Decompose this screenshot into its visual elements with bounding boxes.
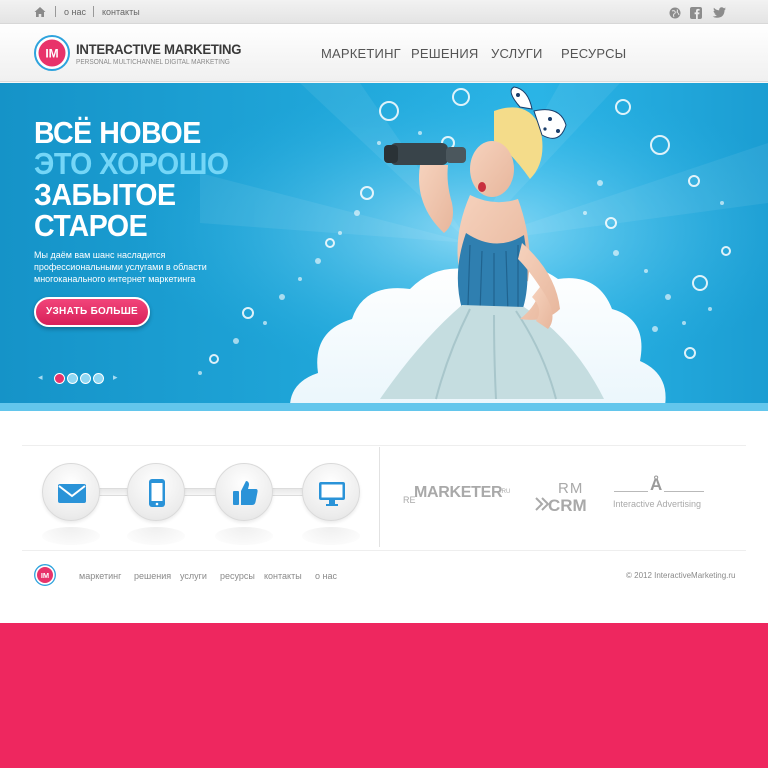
separator	[93, 6, 94, 17]
nav-item-solutions[interactable]: РЕШЕНИЯ	[411, 46, 478, 61]
footer-logo-text: IM	[41, 571, 49, 580]
slider-dot-3[interactable]	[80, 373, 91, 384]
footer-link-services[interactable]: услуги	[180, 571, 207, 581]
page: о нас контакты IM INTERACTIVE MARKETING …	[0, 0, 768, 768]
feature-email[interactable]	[42, 463, 100, 521]
copyright: © 2012 InteractiveMarketing.ru	[626, 571, 736, 580]
slider-next-arrow[interactable]: ▸	[113, 372, 118, 383]
footer-link-about[interactable]: о нас	[315, 571, 337, 581]
slider-dot-4[interactable]	[93, 373, 104, 384]
reflection	[302, 527, 360, 545]
partner-ia-letter[interactable]: Å	[650, 475, 662, 495]
feature-web[interactable]	[302, 463, 360, 521]
monitor-icon	[319, 482, 345, 506]
reflection	[42, 527, 100, 545]
feature-social[interactable]	[215, 463, 273, 521]
footer-link-contacts[interactable]: контакты	[264, 571, 302, 581]
nav-item-marketing[interactable]: МАРКЕТИНГ	[321, 46, 401, 61]
partner-ia-rule-left	[614, 491, 648, 492]
partner-remarketer-suffix: .RU	[500, 489, 511, 495]
globe-icon[interactable]	[669, 7, 681, 19]
footer-logo-icon[interactable]: IM	[34, 564, 56, 586]
footer-link-solutions[interactable]: решения	[134, 571, 171, 581]
slider-dot-2[interactable]	[67, 373, 78, 384]
reflection	[215, 527, 273, 545]
top-bar: о нас контакты	[0, 0, 768, 24]
nav-item-resources[interactable]: РЕСУРСЫ	[561, 46, 626, 61]
separator	[55, 6, 56, 17]
feature-mobile[interactable]	[127, 463, 185, 521]
header: IM INTERACTIVE MARKETING PERSONAL MULTIC…	[0, 24, 768, 82]
vertical-divider	[379, 447, 380, 547]
footer-link-marketing[interactable]: маркетинг	[79, 571, 121, 581]
learn-more-button[interactable]: УЗНАТЬ БОЛЬШЕ	[34, 297, 150, 327]
partner-ia-rule-right	[664, 491, 704, 492]
phone-icon	[149, 479, 165, 507]
bottom-pink-band	[0, 623, 768, 768]
divider	[22, 445, 746, 446]
divider	[22, 550, 746, 551]
hero-slider: ВСЁ НОВОЕ ЭТО ХОРОШО ЗАБЫТОЕ СТАРОЕ Мы д…	[0, 83, 768, 411]
mail-icon	[58, 484, 86, 503]
partner-rmcrm-bottom[interactable]: CRM	[548, 496, 587, 516]
nav-item-services[interactable]: УСЛУГИ	[491, 46, 543, 61]
features-section: RE MARKETER .RU RM CRM Å Interactive Adv…	[0, 411, 768, 623]
top-link-about[interactable]: о нас	[64, 7, 86, 17]
twitter-icon[interactable]	[712, 7, 726, 19]
hero-headline-line-4: СТАРОЕ	[34, 208, 148, 243]
reflection	[127, 527, 185, 545]
slider-dot-1[interactable]	[54, 373, 65, 384]
hero-bottom-strip	[0, 403, 768, 411]
footer-link-resources[interactable]: ресурсы	[220, 571, 255, 581]
thumbs-up-icon	[233, 481, 258, 505]
logo-title[interactable]: INTERACTIVE MARKETING	[76, 41, 241, 57]
partner-rmcrm-top[interactable]: RM	[558, 480, 583, 497]
logo-subtitle: PERSONAL MULTICHANNEL DIGITAL MARKETING	[76, 59, 230, 66]
hero-description: Мы даём вам шанс насладится профессионал…	[34, 250, 207, 284]
facebook-icon[interactable]	[690, 7, 702, 19]
slider-prev-arrow[interactable]: ◂	[38, 372, 43, 383]
home-icon[interactable]	[34, 6, 46, 18]
partner-ia-caption: Interactive Advertising	[613, 499, 702, 509]
logo-icon[interactable]: IM	[34, 35, 70, 71]
logo-mark-text: IM	[45, 47, 58, 61]
top-link-contacts[interactable]: контакты	[102, 7, 140, 17]
partner-remarketer-name[interactable]: MARKETER	[414, 484, 503, 502]
